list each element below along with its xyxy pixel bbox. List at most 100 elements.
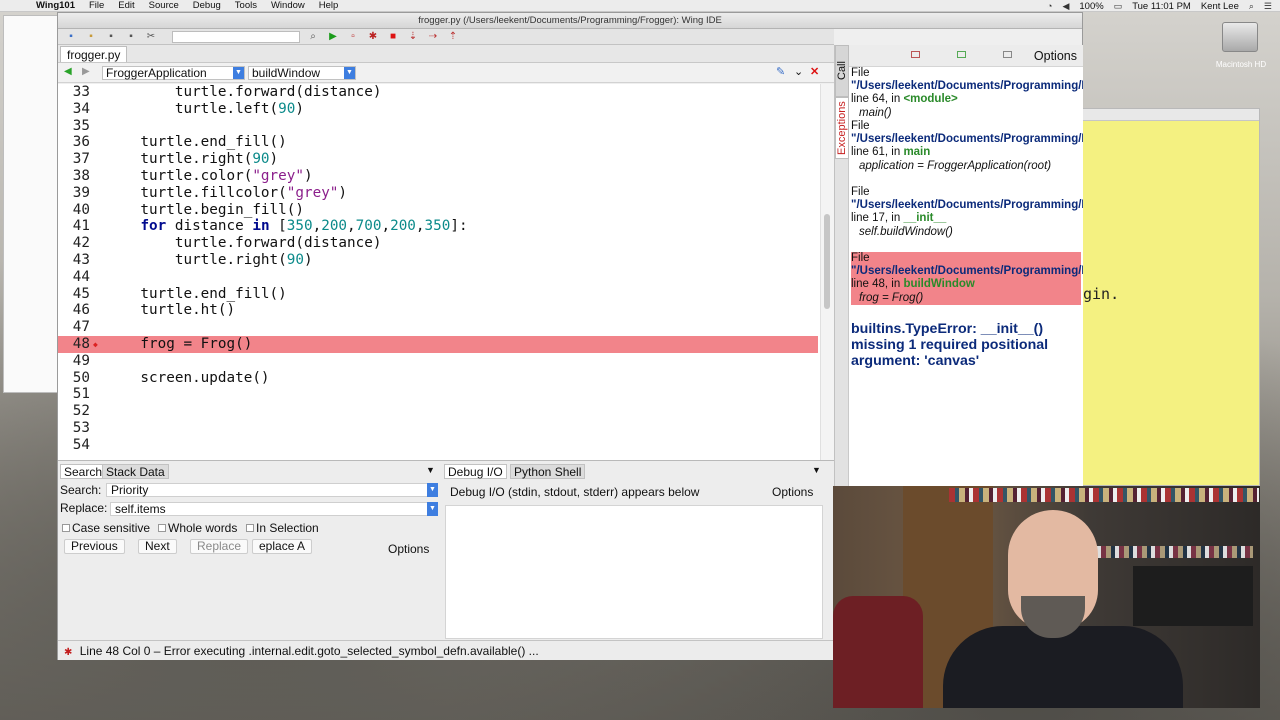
- background-window-titlebar[interactable]: [1083, 109, 1259, 121]
- line-number[interactable]: 38: [58, 168, 90, 185]
- nav-forward-icon[interactable]: ▶: [82, 66, 90, 77]
- code-line[interactable]: 46 turtle.ht(): [58, 302, 818, 319]
- replace-button[interactable]: Replace: [190, 539, 249, 554]
- file-tab-frogger[interactable]: frogger.py: [60, 46, 128, 62]
- line-number[interactable]: 39: [58, 185, 90, 202]
- stop-on-exception-icon[interactable]: [911, 51, 920, 58]
- line-number[interactable]: 53: [58, 420, 90, 437]
- code-text[interactable]: turtle.forward(distance): [106, 84, 382, 101]
- battery-percent[interactable]: 100%: [1079, 1, 1103, 12]
- code-editor[interactable]: 33 turtle.forward(distance) 34 turtle.lef…: [58, 84, 834, 460]
- code-line[interactable]: 40 turtle.begin_fill(): [58, 202, 818, 219]
- code-line[interactable]: 45 turtle.end_fill(): [58, 286, 818, 303]
- traceback-frame-error[interactable]: File "/Users/leekent/Documents/Programmi…: [851, 252, 1083, 305]
- debug-bug-icon[interactable]: ✱: [366, 31, 380, 43]
- editor-scrollbar-thumb[interactable]: [824, 214, 830, 309]
- save-all-icon[interactable]: ▪: [124, 31, 138, 43]
- checkbox-box[interactable]: [158, 524, 166, 532]
- code-line[interactable]: 54: [58, 437, 818, 454]
- line-number[interactable]: 43: [58, 252, 90, 269]
- frame-path[interactable]: "/Users/leekent/Documents/Programming/Fr…: [851, 265, 1083, 277]
- search-options-button[interactable]: Options: [388, 542, 429, 556]
- code-line[interactable]: 37 turtle.right(90): [58, 151, 818, 168]
- menu-help[interactable]: Help: [319, 0, 339, 11]
- battery-icon[interactable]: ▭: [1114, 1, 1123, 12]
- code-text[interactable]: turtle.ht(): [106, 302, 235, 319]
- class-selector[interactable]: FroggerApplication ▼: [102, 66, 245, 80]
- traceback-frame[interactable]: File "/Users/leekent/Documents/Programmi…: [851, 186, 1083, 239]
- method-selector[interactable]: buildWindow ▼: [248, 66, 356, 80]
- line-number[interactable]: 37: [58, 151, 90, 168]
- clear-icon[interactable]: [1003, 51, 1012, 58]
- code-line[interactable]: 33 turtle.forward(distance): [58, 84, 818, 101]
- code-text[interactable]: turtle.fillcolor("grey"): [106, 185, 347, 202]
- line-number[interactable]: 46: [58, 302, 90, 319]
- panel-menu-icon[interactable]: ▼: [812, 465, 821, 475]
- code-line[interactable]: 35: [58, 118, 818, 135]
- pin-icon[interactable]: ✎: [776, 65, 785, 78]
- notification-center-icon[interactable]: ☰: [1264, 1, 1272, 12]
- menu-window[interactable]: Window: [271, 0, 305, 11]
- save-icon[interactable]: ▪: [104, 31, 118, 43]
- background-window-right[interactable]: gin.: [1082, 108, 1260, 486]
- line-number[interactable]: 42: [58, 235, 90, 252]
- menu-tools[interactable]: Tools: [235, 0, 257, 11]
- frame-path[interactable]: "/Users/leekent/Documents/Programming/Fr…: [851, 199, 1083, 211]
- wifi-icon[interactable]: ◔: [1047, 1, 1052, 11]
- code-text[interactable]: frog = Frog(): [106, 336, 252, 353]
- stop-icon[interactable]: ■: [386, 31, 400, 43]
- step-into-icon[interactable]: ⇣: [406, 31, 420, 43]
- search-input[interactable]: Priority ▼: [106, 483, 438, 497]
- menu-edit[interactable]: Edit: [118, 0, 134, 11]
- whole-words-checkbox[interactable]: Whole words: [158, 521, 237, 535]
- case-sensitive-checkbox[interactable]: Case sensitive: [62, 521, 150, 535]
- chevron-down-icon[interactable]: ▼: [427, 502, 438, 516]
- line-number[interactable]: 44: [58, 269, 90, 286]
- line-number[interactable]: 40: [58, 202, 90, 219]
- line-number[interactable]: 33: [58, 84, 90, 101]
- code-line[interactable]: 36 turtle.end_fill(): [58, 134, 818, 151]
- tab-call-stack[interactable]: Call Stack: [835, 45, 860, 97]
- code-line[interactable]: 42 turtle.forward(distance): [58, 235, 818, 252]
- code-text[interactable]: turtle.begin_fill(): [106, 202, 304, 219]
- code-text[interactable]: turtle.right(90): [106, 151, 278, 168]
- code-line[interactable]: 43 turtle.right(90): [58, 252, 818, 269]
- options-dropdown-icon[interactable]: ⌄: [794, 65, 803, 78]
- editor-scrollbar[interactable]: [820, 84, 834, 460]
- frame-path[interactable]: "/Users/leekent/Documents/Programming/Fr…: [851, 133, 1083, 145]
- line-number[interactable]: 35: [58, 118, 90, 135]
- search-icon[interactable]: ⌕: [306, 31, 320, 43]
- code-line[interactable]: 44: [58, 269, 818, 286]
- line-number[interactable]: 51: [58, 386, 90, 403]
- chevron-down-icon[interactable]: ▼: [344, 67, 355, 79]
- step-out-icon[interactable]: ⇡: [446, 31, 460, 43]
- window-titlebar[interactable]: frogger.py (/Users/leekent/Documents/Pro…: [58, 13, 1082, 29]
- code-line[interactable]: 34 turtle.left(90): [58, 101, 818, 118]
- checkbox-box[interactable]: [62, 524, 70, 532]
- line-number[interactable]: 36: [58, 134, 90, 151]
- line-number[interactable]: 41: [58, 218, 90, 235]
- code-line[interactable]: 47: [58, 319, 818, 336]
- code-line[interactable]: 50 screen.update(): [58, 370, 818, 387]
- debug-output-area[interactable]: [445, 505, 823, 639]
- volume-icon[interactable]: ◀: [1062, 1, 1069, 12]
- spotlight-icon[interactable]: ⌕: [1249, 1, 1254, 12]
- code-line[interactable]: 38 turtle.color("grey"): [58, 168, 818, 185]
- line-number[interactable]: 49: [58, 353, 90, 370]
- line-number[interactable]: 47: [58, 319, 90, 336]
- debug-options-button[interactable]: Options: [772, 485, 813, 499]
- in-selection-checkbox[interactable]: In Selection: [246, 521, 319, 535]
- hard-drive-icon[interactable]: [1222, 22, 1258, 52]
- code-text[interactable]: turtle.color("grey"): [106, 168, 312, 185]
- chevron-down-icon[interactable]: ▼: [427, 483, 438, 497]
- exceptions-options-button[interactable]: Options: [1034, 49, 1077, 63]
- line-number[interactable]: 50: [58, 370, 90, 387]
- close-icon[interactable]: ✕: [810, 65, 819, 78]
- tab-debug-io[interactable]: Debug I/O: [444, 464, 507, 479]
- tab-search[interactable]: Search: [60, 464, 107, 479]
- next-button[interactable]: Next: [138, 539, 177, 554]
- ignore-exception-icon[interactable]: [957, 51, 966, 58]
- code-line[interactable]: 53: [58, 420, 818, 437]
- code-line[interactable]: 39 turtle.fillcolor("grey"): [58, 185, 818, 202]
- code-text[interactable]: turtle.left(90): [106, 101, 304, 118]
